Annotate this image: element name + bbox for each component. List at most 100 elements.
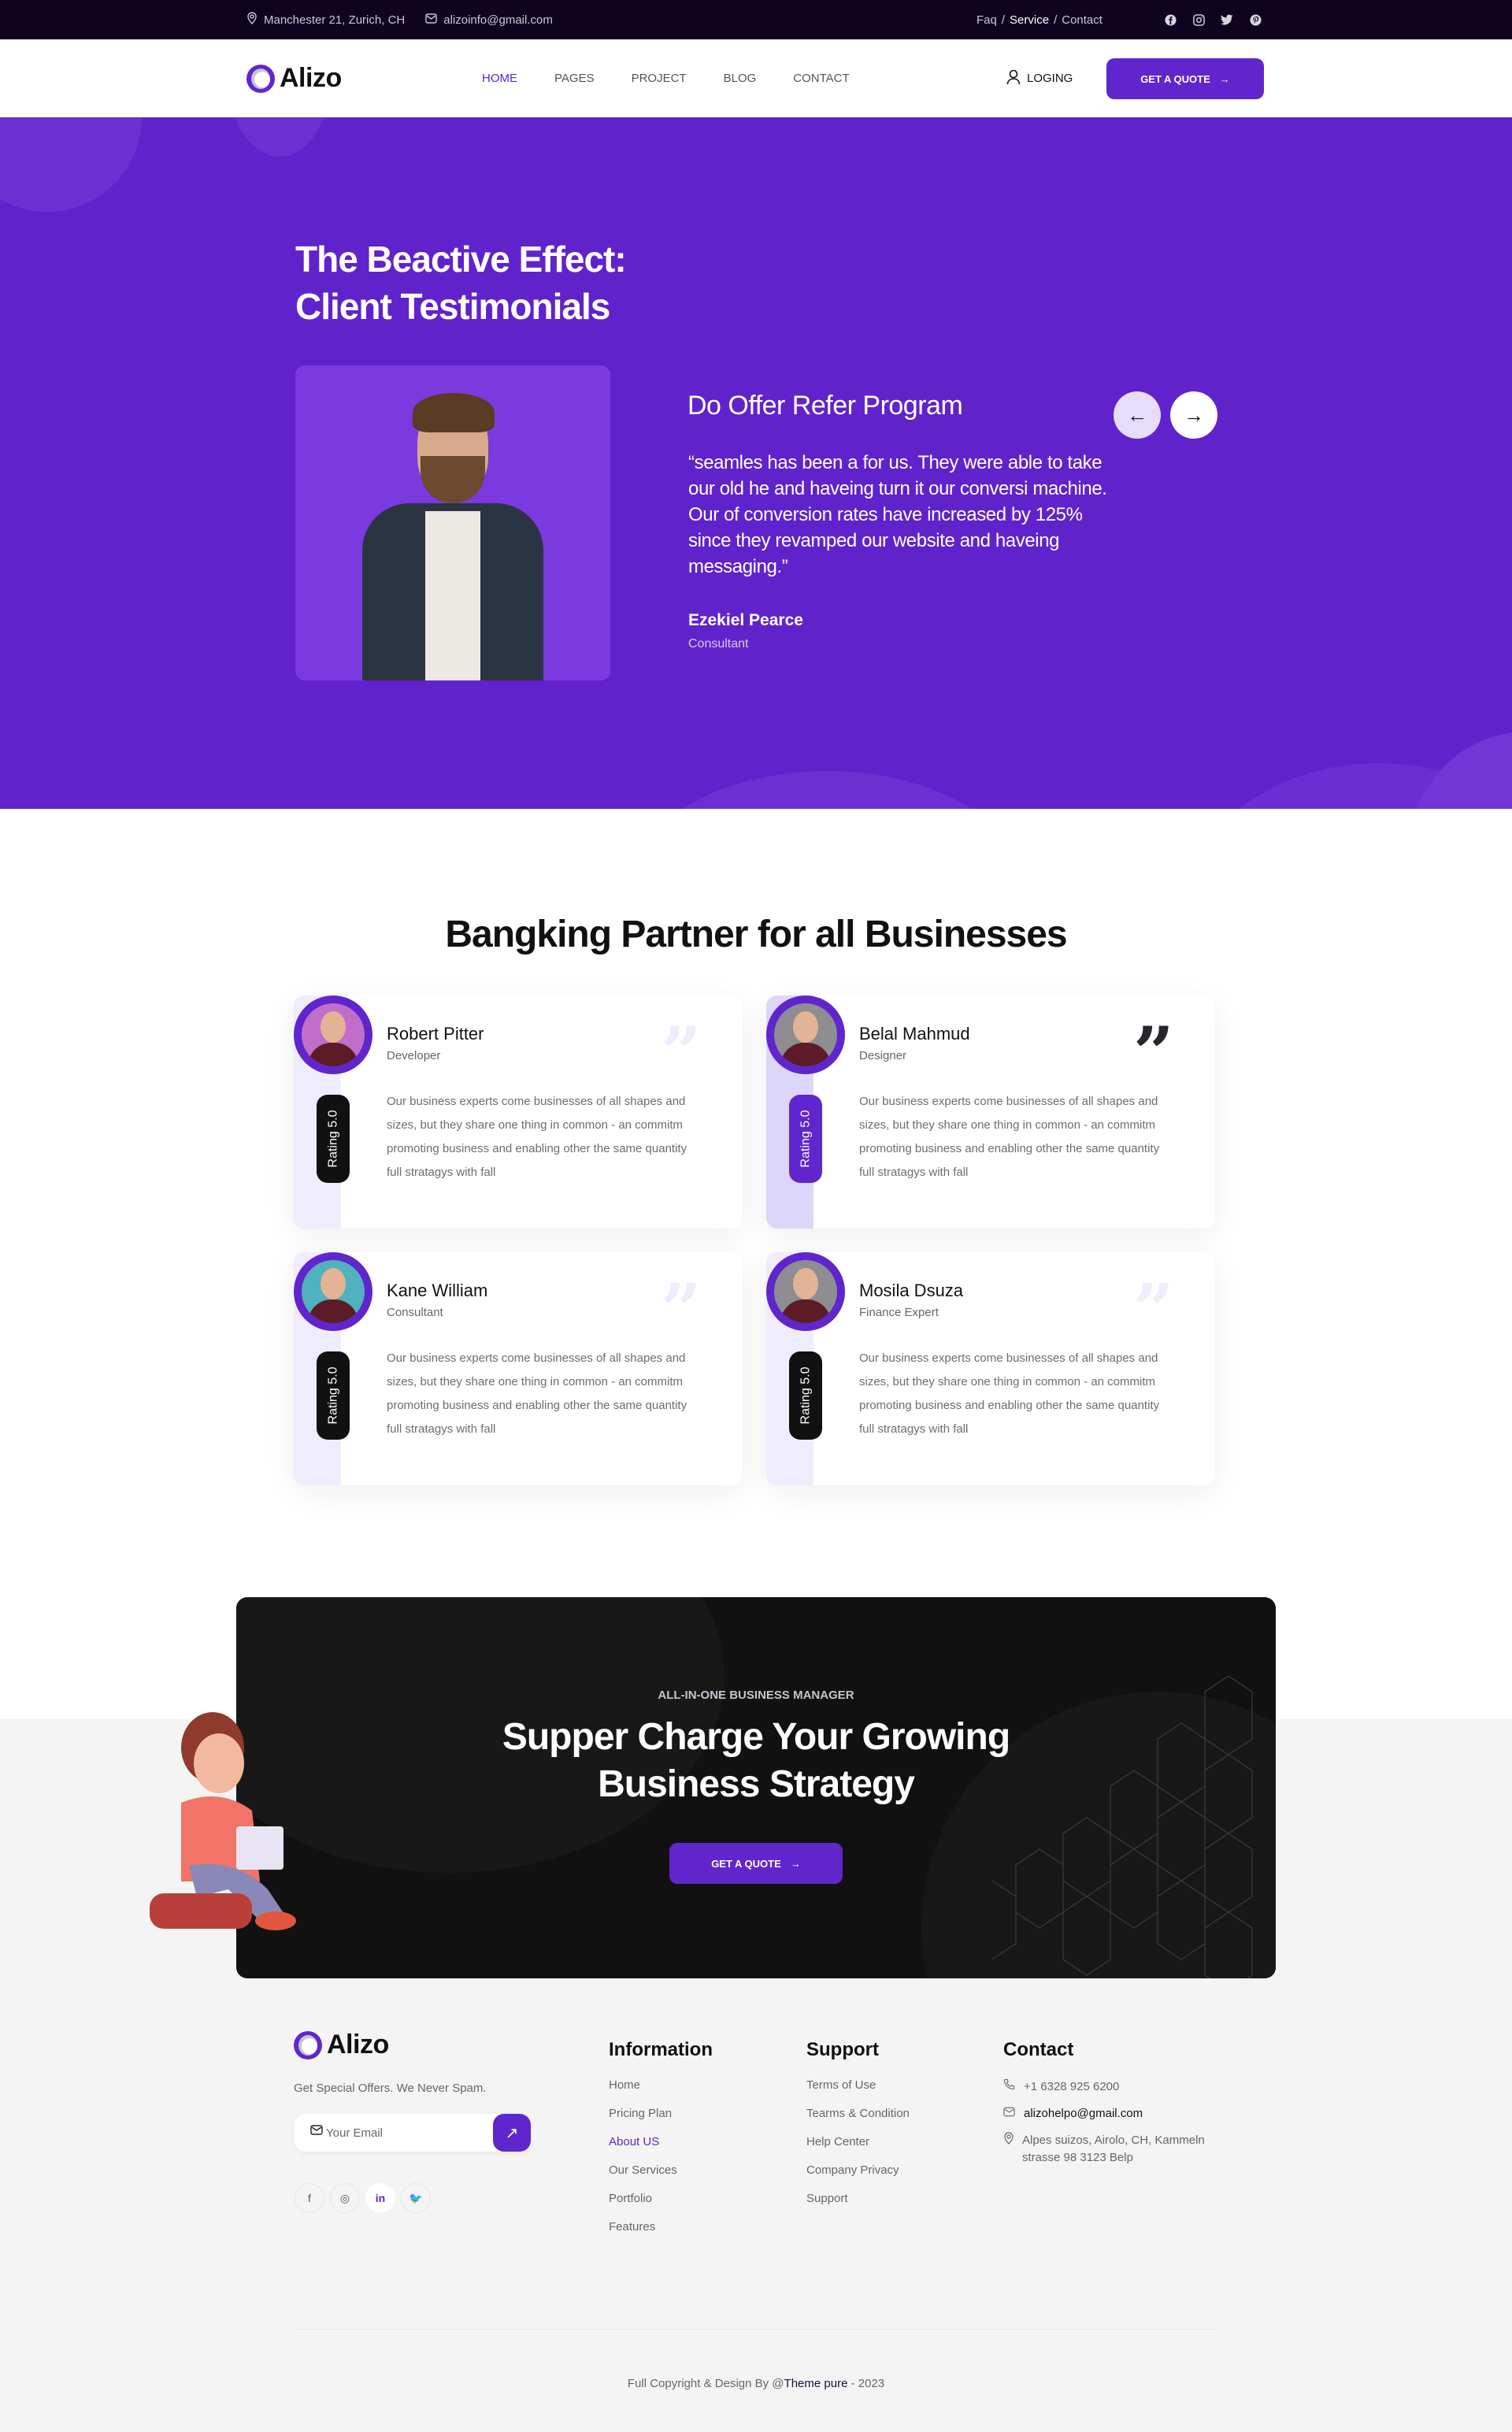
arrow-right-icon: →	[1184, 402, 1204, 427]
testimonial-title: Do Offer Refer Program	[687, 391, 963, 421]
topbar-link-contact[interactable]: Contact	[1062, 13, 1102, 27]
newsletter-submit-button[interactable]: ↗	[493, 2114, 531, 2152]
testimonial-hero: The Beactive Effect: Client Testimonials…	[0, 117, 1512, 809]
contact-phone[interactable]: +1 6328 925 6200	[1003, 2078, 1240, 2096]
twitter-icon[interactable]: 🐦	[401, 2183, 431, 2213]
arrow-up-right-icon: ↗	[505, 2124, 519, 2142]
mail-icon	[310, 2125, 323, 2138]
topbar-email[interactable]: alizoinfo@gmail.com	[425, 13, 553, 27]
phone-text: +1 6328 925 6200	[1024, 2080, 1120, 2093]
partner-name: Belal Mahmud	[859, 1024, 970, 1044]
topbar-link-faq[interactable]: Faq	[976, 13, 997, 27]
copyright-brand-link[interactable]: Theme pure	[784, 2377, 848, 2390]
hero-title: The Beactive Effect: Client Testimonials	[295, 235, 627, 330]
facebook-icon[interactable]: f	[295, 2183, 324, 2213]
logo[interactable]: Alizo	[246, 63, 342, 94]
hero-title-line1: The Beactive Effect:	[295, 239, 627, 280]
arrow-right-icon: →	[790, 1857, 801, 1870]
linkedin-icon[interactable]: in	[365, 2183, 395, 2213]
cta-get-quote-button[interactable]: GET A QUOTE →	[669, 1843, 843, 1884]
partner-role: Finance Expert	[859, 1306, 939, 1319]
location-pin-icon	[1003, 2132, 1014, 2167]
newsletter-tagline: Get Special Offers. We Never Spam.	[294, 2082, 487, 2095]
logo-mark-icon	[294, 2030, 322, 2059]
user-icon	[1006, 69, 1021, 88]
footer-link-features[interactable]: Features	[609, 2220, 713, 2248]
footer: Alizo Get Special Offers. We Never Spam.…	[0, 2014, 1512, 2353]
prev-slide-button[interactable]: ←	[1114, 391, 1161, 439]
partner-name: Kane William	[387, 1281, 488, 1300]
next-slide-button[interactable]: →	[1170, 391, 1217, 439]
address-text: Alpes suizos, Airolo, CH, Kammeln strass…	[1022, 2134, 1205, 2164]
nav-home[interactable]: HOME	[482, 72, 517, 85]
footer-link-services[interactable]: Our Services	[609, 2163, 713, 2192]
footer-support: Support Terms of Use Tearms & Condition …	[806, 2039, 910, 2220]
cta-eyebrow: ALL-IN-ONE BUSINESS MANAGER	[658, 1689, 854, 1702]
decorative-blob	[630, 771, 1024, 809]
topbar-link-service[interactable]: Service	[1010, 13, 1049, 27]
slider-controls: ← →	[1114, 391, 1217, 439]
copyright-prefix: Full Copyright & Design By @	[627, 2377, 784, 2390]
footer-link-about[interactable]: About US	[609, 2135, 713, 2163]
address-text: Manchester 21, Zurich, CH	[264, 13, 406, 27]
footer-link-home[interactable]: Home	[609, 2078, 713, 2107]
copyright-suffix: - 2023	[847, 2377, 885, 2390]
footer-logo[interactable]: Alizo	[294, 2030, 389, 2060]
instagram-icon[interactable]: ◎	[330, 2183, 360, 2213]
facebook-icon[interactable]	[1164, 13, 1177, 26]
top-bar: Manchester 21, Zurich, CH alizoinfo@gmai…	[0, 0, 1512, 39]
mail-icon	[425, 13, 437, 27]
footer-link-privacy[interactable]: Company Privacy	[806, 2163, 910, 2192]
arrow-right-icon: →	[1219, 72, 1230, 85]
footer-link-conditions[interactable]: Tearms & Condition	[806, 2107, 910, 2135]
cta-button-label: GET A QUOTE	[711, 1857, 781, 1870]
cta-title: Supper Charge Your Growing Business Stra…	[236, 1714, 1276, 1808]
footer-heading: Contact	[1003, 2039, 1074, 2060]
twitter-icon[interactable]	[1221, 13, 1233, 26]
instagram-icon[interactable]	[1192, 13, 1205, 26]
footer-link-portfolio[interactable]: Portfolio	[609, 2192, 713, 2220]
partner-card: Rating 5.0 Robert Pitter Developer ” Our…	[294, 995, 743, 1229]
nav-contact[interactable]: CONTACT	[793, 72, 849, 85]
rating-badge: Rating 5.0	[317, 1095, 350, 1183]
login-button[interactable]: LOGING	[1006, 39, 1073, 117]
email-text: alizohelpo@gmail.com	[1024, 2107, 1143, 2120]
partner-name: Robert Pitter	[387, 1024, 484, 1044]
login-label: LOGING	[1027, 72, 1073, 85]
nav-blog[interactable]: BLOG	[724, 72, 757, 85]
mail-icon	[1003, 2105, 1016, 2122]
newsletter-form: ↗	[295, 2114, 531, 2152]
nav-pages[interactable]: PAGES	[554, 72, 595, 85]
footer-link-terms[interactable]: Terms of Use	[806, 2078, 910, 2107]
topbar-links: Faq / Service / Contact	[976, 0, 1102, 39]
partner-role: Designer	[859, 1049, 907, 1062]
section-title: Bangking Partner for all Businesses	[445, 914, 1067, 955]
cta-title-line1: Supper Charge Your Growing	[502, 1716, 1010, 1758]
testimonial-author-name: Ezekiel Pearce	[688, 611, 803, 629]
newsletter-email-input[interactable]	[326, 2114, 484, 2152]
decorative-blob	[228, 117, 331, 157]
email-text: alizoinfo@gmail.com	[443, 13, 553, 27]
avatar	[294, 1252, 372, 1331]
quote-mark-icon: ”	[1133, 1011, 1174, 1095]
partner-name: Mosila Dsuza	[859, 1281, 964, 1300]
logo-mark-icon	[246, 64, 275, 93]
nav-project[interactable]: PROJECT	[632, 72, 687, 85]
contact-email[interactable]: alizohelpo@gmail.com	[1003, 2105, 1240, 2122]
partner-card: Rating 5.0 Belal Mahmud Designer ” Our b…	[766, 995, 1215, 1229]
footer-social: f ◎ in 🐦	[295, 2183, 431, 2213]
main-nav: HOME PAGES PROJECT BLOG CONTACT	[482, 39, 850, 117]
testimonial-author-role: Consultant	[688, 637, 749, 651]
footer-link-help[interactable]: Help Center	[806, 2135, 910, 2163]
testimonial-quote: “seamles has been a for us. They were ab…	[688, 452, 1107, 577]
rating-badge: Rating 5.0	[789, 1095, 822, 1183]
footer-link-pricing[interactable]: Pricing Plan	[609, 2107, 713, 2135]
footer-link-support[interactable]: Support	[806, 2192, 910, 2220]
logo-text: Alizo	[280, 63, 342, 93]
partner-role: Consultant	[387, 1306, 443, 1319]
footer-contact: Contact +1 6328 925 6200 alizohelpo@gmai…	[1003, 2039, 1240, 2176]
footer-information: Information Home Pricing Plan About US O…	[609, 2039, 713, 2248]
pinterest-icon[interactable]	[1249, 13, 1262, 26]
quote-mark-icon: ”	[661, 1268, 702, 1351]
get-quote-button[interactable]: GET A QUOTE →	[1106, 58, 1264, 99]
